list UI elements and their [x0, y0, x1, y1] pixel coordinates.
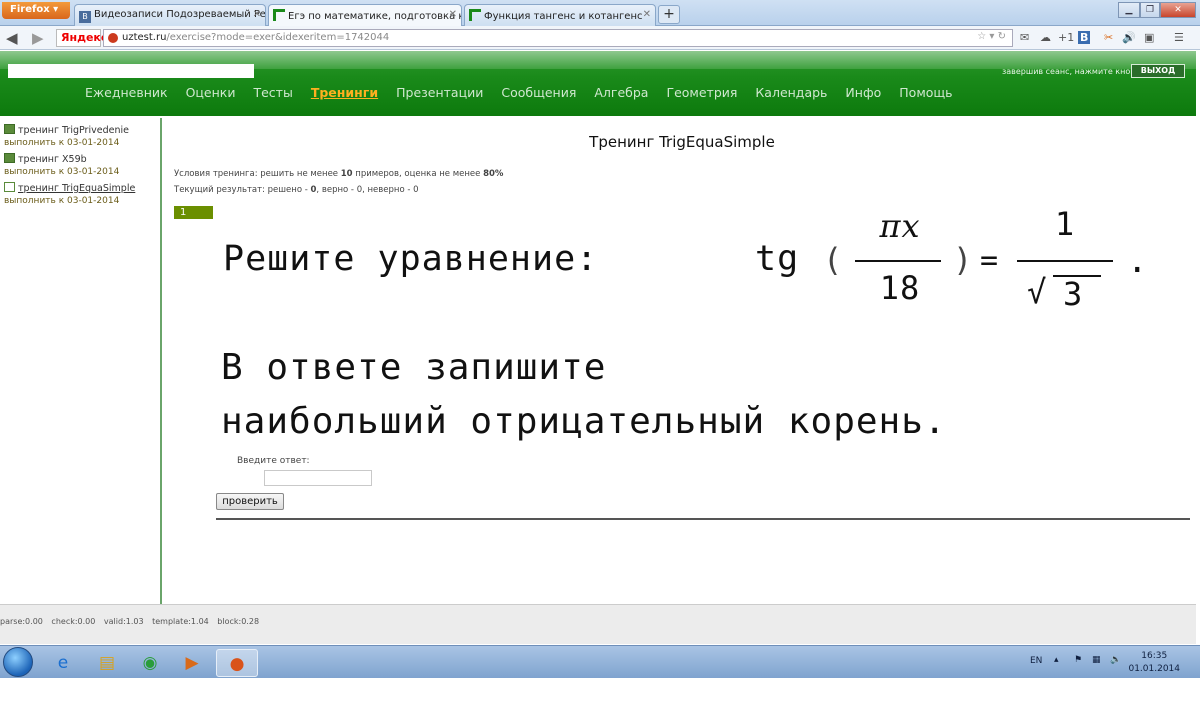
current-result: Текущий результат: решено - 0, верно - 0…	[174, 185, 419, 195]
nav-geometry[interactable]: Геометрия	[666, 85, 737, 100]
menu-icon[interactable]: ☰	[1174, 31, 1184, 44]
close-window-button[interactable]: ✕	[1160, 2, 1196, 18]
due-date: выполнить к 03-01-2014	[4, 196, 120, 206]
task-line-1: Решите уравнение:	[223, 239, 599, 279]
address-bar[interactable]: uztest.ru/exercise?mode=exer&idexeritem=…	[103, 29, 1013, 47]
task-line-3: наибольший отрицательный корень.	[221, 401, 947, 442]
maximize-button[interactable]: ❐	[1140, 2, 1160, 18]
logout-button[interactable]: ВЫХОД	[1131, 64, 1185, 78]
due-date: выполнить к 03-01-2014	[4, 138, 120, 148]
forward-icon[interactable]: ▶	[32, 29, 44, 47]
nav-messages[interactable]: Сообщения	[501, 85, 576, 100]
sound-icon[interactable]: 🔊	[1122, 31, 1136, 44]
nav-algebra[interactable]: Алгебра	[594, 85, 648, 100]
logout-hint: завершив сеанс, нажмите кнопку	[1002, 67, 1146, 76]
sidebar-training-item[interactable]: тренинг TrigPrivedenie выполнить к 03-01…	[4, 124, 129, 148]
cloud-icon[interactable]: ☁	[1040, 31, 1051, 44]
navigation-toolbar: ◀ ▶ Яндекс uztest.ru/exercise?mode=exer&…	[0, 26, 1200, 50]
yandex-search-button[interactable]: Яндекс	[56, 29, 107, 47]
volume-icon[interactable]: 🔈	[1110, 655, 1121, 665]
tray-expand-icon[interactable]: ▴	[1054, 655, 1059, 665]
tg-function: tg	[755, 239, 800, 279]
language-indicator[interactable]: EN	[1030, 656, 1042, 666]
back-icon[interactable]: ◀	[6, 29, 18, 47]
sqrt-sign: √	[1027, 273, 1048, 311]
uztest-icon	[273, 9, 285, 21]
nav-calendar[interactable]: Календарь	[755, 85, 827, 100]
site-identity-icon	[108, 33, 118, 43]
close-tab-icon[interactable]: ✕	[449, 9, 457, 20]
tab-vk-video[interactable]: В Видеозаписи Подозреваемый Pers... ✕	[74, 4, 266, 26]
nav-presentations[interactable]: Презентации	[396, 85, 483, 100]
due-date: выполнить к 03-01-2014	[4, 167, 120, 177]
fraction-numerator: πx	[879, 207, 921, 245]
system-tray: EN ▴ ⚑ ▦ 🔈 16:35 01.01.2014	[1020, 646, 1200, 679]
nav-help[interactable]: Помощь	[899, 85, 952, 100]
window-icon[interactable]: ▣	[1144, 31, 1154, 44]
page-title: Тренинг TrigEquaSimple	[589, 133, 775, 151]
chrome-icon[interactable]: ◉	[131, 649, 169, 677]
task-statement: Решите уравнение: tg ( πx 18 ) = 1 √ 3 .…	[215, 205, 1195, 455]
explorer-folder-icon[interactable]: ▤	[88, 649, 126, 677]
main-navigation: Ежедневник Оценки Тесты Тренинги Презент…	[85, 85, 971, 100]
fraction-denominator: 18	[879, 269, 921, 307]
close-tab-icon[interactable]: ✕	[643, 9, 651, 20]
book-icon	[4, 124, 15, 134]
tab-ege-math[interactable]: Егэ по математике, подготовка к те... ✕	[268, 4, 462, 27]
firefox-menu-button[interactable]: Firefox ▾	[2, 2, 70, 19]
nav-tests[interactable]: Тесты	[253, 85, 292, 100]
fraction-bar	[855, 260, 941, 262]
browser-tab-bar: Firefox ▾ В Видеозаписи Подозреваемый Per…	[0, 0, 1200, 27]
flag-icon[interactable]: ⚑	[1074, 655, 1082, 665]
open-book-icon	[4, 182, 15, 192]
network-icon[interactable]: ▦	[1092, 655, 1101, 665]
nav-info[interactable]: Инфо	[845, 85, 881, 100]
training-conditions: Условия тренинга: решить не менее 10 при…	[174, 169, 504, 179]
timing-info: parse:0.00 check:0.00 valid:1.03 templat…	[0, 617, 260, 626]
task-line-2: В ответе запишите	[221, 347, 607, 388]
media-player-icon[interactable]: ▶	[173, 649, 211, 677]
windows-taskbar: e ▤ ◉ ▶ ● EN ▴ ⚑ ▦ 🔈 16:35 01.01.2014	[0, 645, 1200, 678]
minimize-button[interactable]: ▁	[1118, 2, 1140, 18]
new-tab-button[interactable]: +	[658, 5, 680, 24]
sidebar-training-item[interactable]: тренинг X59b выполнить к 03-01-2014	[4, 153, 119, 177]
page-footer: parse:0.00 check:0.00 valid:1.03 templat…	[0, 604, 1196, 644]
rhs-denominator: 3	[1063, 275, 1084, 313]
divider	[216, 518, 1190, 520]
nav-trainings[interactable]: Тренинги	[311, 85, 378, 100]
period: .	[1127, 241, 1149, 281]
close-tab-icon[interactable]: ✕	[253, 9, 261, 20]
addon-icon[interactable]: ✂	[1104, 31, 1113, 44]
mail-icon[interactable]: ✉	[1020, 31, 1029, 44]
tab-tangent[interactable]: Функция тангенс и котангенс ✕	[464, 4, 656, 26]
nav-diary[interactable]: Ежедневник	[85, 85, 168, 100]
rhs-numerator: 1	[1054, 205, 1076, 243]
open-paren: (	[823, 241, 844, 279]
check-button[interactable]: проверить	[216, 493, 284, 510]
start-button[interactable]	[3, 647, 33, 677]
site-header: завершив сеанс, нажмите кнопку ВЫХОД Еже…	[0, 51, 1196, 116]
vk-icon: В	[79, 11, 91, 23]
bookmark-star-icon[interactable]: ☆ ▾ ↻	[977, 31, 1006, 42]
rhs-fraction-bar	[1017, 260, 1113, 262]
vk-toolbar-icon[interactable]: B	[1078, 31, 1091, 44]
book-icon	[4, 153, 15, 163]
uztest-icon	[469, 9, 481, 21]
plus-one-badge[interactable]: +1	[1058, 31, 1074, 44]
sidebar-training-item-active[interactable]: тренинг TrigEquaSimple выполнить к 03-01…	[4, 182, 135, 206]
blank-area	[0, 678, 1200, 705]
site-logo[interactable]	[8, 64, 254, 78]
question-number-badge: 1	[174, 206, 213, 219]
answer-label: Введите ответ:	[237, 456, 310, 466]
nav-grades[interactable]: Оценки	[186, 85, 236, 100]
clock[interactable]: 16:35 01.01.2014	[1128, 650, 1180, 676]
ie-icon[interactable]: e	[44, 649, 82, 677]
trainings-sidebar: тренинг TrigPrivedenie выполнить к 03-01…	[0, 118, 162, 604]
close-paren: )	[953, 241, 974, 279]
firefox-taskbar-icon[interactable]: ●	[216, 649, 258, 677]
answer-input[interactable]	[264, 470, 372, 486]
equals-sign: =	[980, 243, 1000, 278]
